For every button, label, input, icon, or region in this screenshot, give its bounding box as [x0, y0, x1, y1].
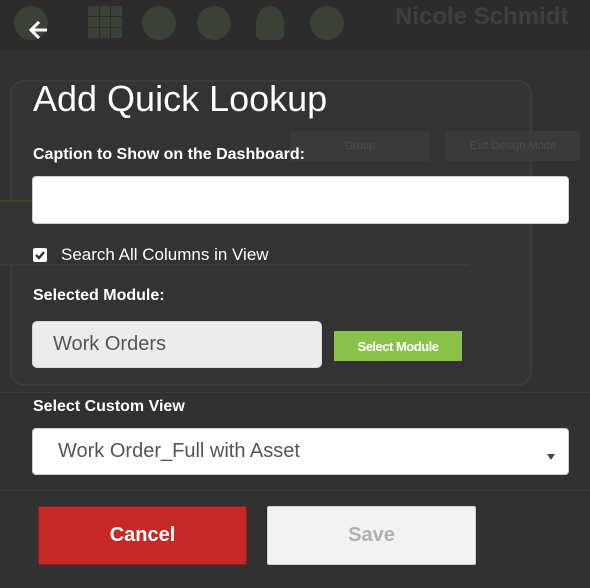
caption-input[interactable] — [32, 176, 569, 224]
back-arrow-icon[interactable] — [27, 18, 51, 42]
background-username: Nicole Schmidt — [395, 3, 569, 30]
background-group-button: Group — [290, 131, 430, 161]
custom-view-select[interactable]: Work Order_Full with Asset — [32, 428, 569, 475]
background-exit-design-button: Exit Design Mode — [446, 131, 580, 161]
location-icon — [142, 6, 176, 40]
help-icon — [310, 6, 344, 40]
background-divider — [0, 392, 590, 393]
background-divider — [0, 490, 590, 491]
select-module-button[interactable]: Select Module — [334, 331, 462, 361]
custom-view-value: Work Order_Full with Asset — [58, 440, 300, 462]
save-button[interactable]: Save — [267, 506, 476, 565]
chevron-down-icon — [546, 448, 556, 460]
page: Nicole Schmidt Group Exit Design Mode Ad… — [0, 0, 590, 588]
selected-module-label: Selected Module: — [33, 287, 165, 304]
search-all-columns-checkbox[interactable]: Search All Columns in View — [33, 244, 269, 266]
checkbox-checked-icon[interactable] — [33, 248, 47, 262]
bell-icon — [256, 6, 284, 40]
tools-icon — [197, 6, 231, 40]
dialog-title: Add Quick Lookup — [33, 78, 328, 119]
calendar-grid-icon — [88, 6, 122, 38]
custom-view-label: Select Custom View — [33, 398, 185, 415]
selected-module-value: Work Orders — [32, 321, 322, 368]
caption-label: Caption to Show on the Dashboard: — [33, 146, 305, 163]
cancel-button[interactable]: Cancel — [38, 506, 247, 565]
search-all-columns-label: Search All Columns in View — [61, 245, 269, 264]
background-topbar: Nicole Schmidt — [0, 0, 590, 50]
